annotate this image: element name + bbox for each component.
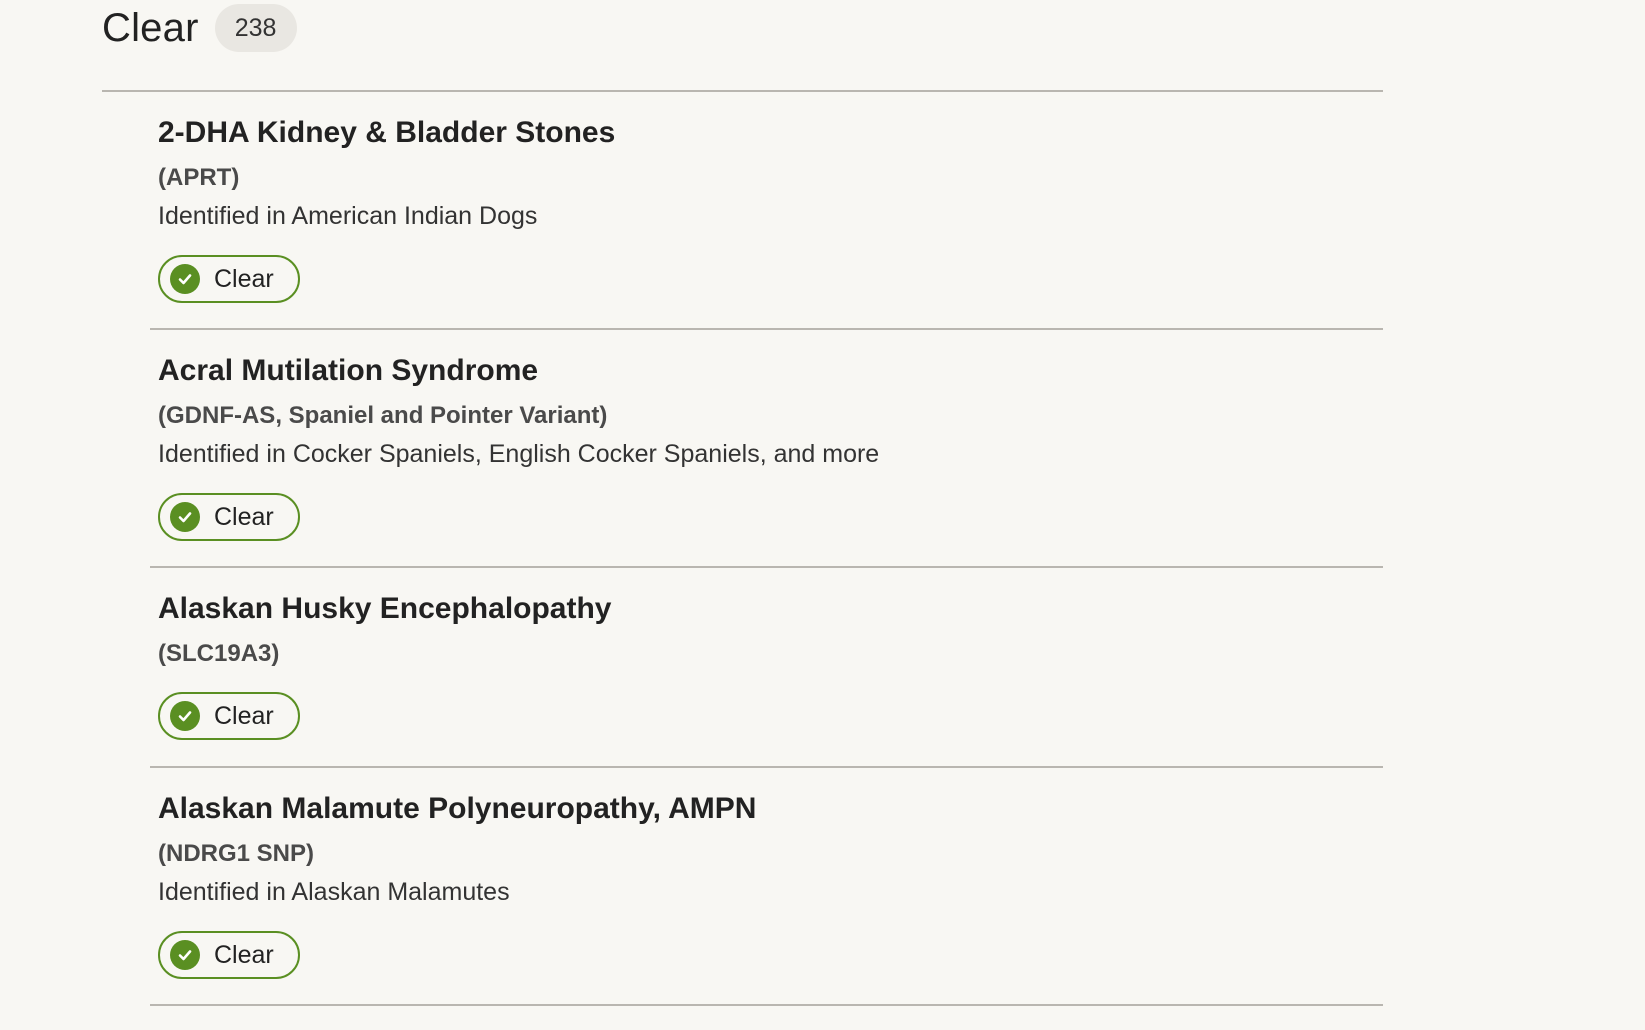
check-circle-icon (170, 264, 200, 294)
check-circle-icon (170, 502, 200, 532)
status-label: Clear (214, 264, 274, 293)
condition-item[interactable]: Alaskan Malamute Polyneuropathy, AMPN (N… (150, 768, 1383, 1006)
status-badge: Clear (158, 692, 300, 740)
condition-gene: (SLC19A3) (158, 640, 280, 667)
condition-gene: (GDNF-AS, Spaniel and Pointer Variant) (158, 402, 608, 429)
status-badge: Clear (158, 493, 300, 541)
condition-name[interactable]: Alaskan Malamute Polyneuropathy, AMPN (158, 792, 756, 826)
condition-breeds: Identified in Cocker Spaniels, English C… (158, 440, 880, 468)
condition-name[interactable]: Alaskan Husky Encephalopathy (158, 592, 612, 626)
condition-name[interactable]: Acral Mutilation Syndrome (158, 354, 538, 388)
condition-gene: (APRT) (158, 164, 240, 191)
condition-gene: (NDRG1 SNP) (158, 840, 315, 867)
check-circle-icon (170, 940, 200, 970)
check-circle-icon (170, 701, 200, 731)
section-header: Clear 238 (102, 4, 297, 52)
count-badge: 238 (214, 4, 297, 52)
condition-breeds: Identified in American Indian Dogs (158, 202, 538, 230)
condition-breeds: Identified in Alaskan Malamutes (158, 878, 510, 906)
condition-item[interactable]: Acral Mutilation Syndrome (GDNF-AS, Span… (150, 330, 1383, 568)
section-title: Clear (102, 5, 199, 50)
condition-item[interactable]: Alaskan Husky Encephalopathy (SLC19A3) C… (150, 568, 1383, 768)
condition-name[interactable]: 2-DHA Kidney & Bladder Stones (158, 116, 615, 150)
status-badge: Clear (158, 931, 300, 979)
condition-list: 2-DHA Kidney & Bladder Stones (APRT) Ide… (0, 92, 1645, 1006)
status-label: Clear (214, 502, 274, 531)
status-label: Clear (214, 701, 274, 730)
status-label: Clear (214, 940, 274, 969)
status-badge: Clear (158, 255, 300, 303)
condition-item[interactable]: 2-DHA Kidney & Bladder Stones (APRT) Ide… (150, 92, 1383, 330)
